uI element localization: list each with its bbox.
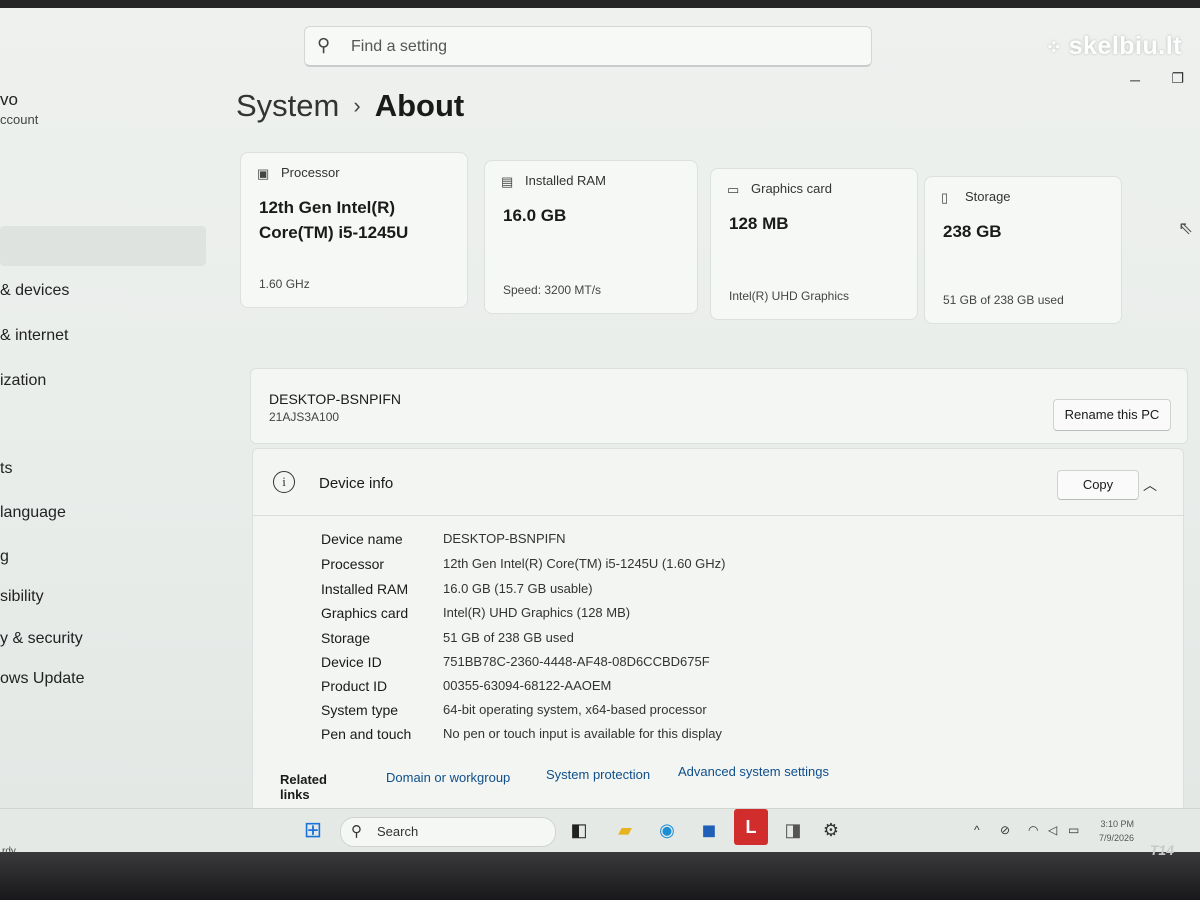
rename-pc-button[interactable]: Rename this PC: [1053, 399, 1171, 431]
spec-value: 751BB78C-2360-4448-AF48-08D6CCBD675F: [443, 654, 710, 669]
spec-key: Installed RAM: [321, 581, 409, 597]
sidebar-item-windows-update[interactable]: ows Update: [0, 670, 85, 688]
clock[interactable]: 3:10 PM 7/9/2026: [1099, 817, 1134, 845]
file-explorer-icon[interactable]: ▰: [610, 815, 640, 845]
battery-icon[interactable]: ▭: [1068, 823, 1079, 837]
store-icon[interactable]: ◼: [694, 815, 724, 845]
page-title: About: [374, 88, 465, 123]
pc-name: DESKTOP-BSNPIFN: [269, 391, 401, 407]
chevron-up-tray-icon[interactable]: ^: [974, 823, 980, 837]
processor-card-value: 12th Gen Intel(R) Core(TM) i5-1245U: [259, 198, 409, 242]
chevron-up-icon[interactable]: ︿: [1143, 475, 1157, 495]
search-input[interactable]: ⚲ Find a setting: [304, 26, 872, 67]
mouse-cursor-icon: ⇖: [1178, 218, 1194, 238]
wifi-icon[interactable]: ◠: [1028, 823, 1038, 837]
device-info-header[interactable]: i Device info Copy ︿: [253, 449, 1183, 516]
account-sub: ccount: [0, 112, 39, 127]
laptop-model: T14: [1149, 842, 1174, 858]
system-protection-link[interactable]: System protection: [546, 767, 650, 782]
pc-name-section: DESKTOP-BSNPIFN 21AJS3A100 Rename this P…: [250, 368, 1188, 444]
ram-card-label: Installed RAM: [525, 173, 606, 188]
storage-card: ▯ Storage 238 GB 51 GB of 238 GB used: [924, 176, 1122, 324]
restore-icon[interactable]: ❐: [1171, 70, 1184, 87]
volume-icon[interactable]: ◁: [1048, 823, 1057, 837]
processor-card: ▣ Processor 12th Gen Intel(R) Core(TM) i…: [240, 152, 468, 308]
processor-icon: ▣: [257, 166, 270, 181]
settings-gear-icon[interactable]: ⚙: [816, 815, 846, 845]
processor-card-sub: 1.60 GHz: [259, 277, 310, 291]
info-icon: i: [273, 471, 295, 493]
ram-card-sub: Speed: 3200 MT/s: [503, 283, 602, 297]
pc-model: 21AJS3A100: [269, 410, 340, 424]
breadcrumb-separator: ›: [353, 93, 361, 118]
account-name: vo: [0, 90, 18, 109]
sidebar-item-gaming[interactable]: g: [0, 548, 9, 566]
spec-key: System type: [321, 702, 399, 718]
search-placeholder: Find a setting: [351, 38, 448, 55]
lenovo-app-icon[interactable]: L: [734, 809, 768, 845]
spec-key: Device ID: [321, 654, 382, 670]
clock-date: 7/9/2026: [1098, 833, 1134, 843]
sidebar-item-personalization[interactable]: ization: [0, 372, 46, 390]
bezel-top: [0, 0, 1200, 8]
windows-start-icon[interactable]: ⊞: [298, 815, 328, 845]
sidebar-item-bluetooth-devices[interactable]: & devices: [0, 282, 69, 300]
sidebar-item-network-internet[interactable]: & internet: [0, 327, 68, 345]
spec-value: Intel(R) UHD Graphics (128 MB): [443, 605, 631, 620]
spec-key: Processor: [321, 556, 385, 572]
spec-value: 51 GB of 238 GB used: [443, 630, 574, 645]
sidebar-item-privacy-security[interactable]: y & security: [0, 630, 83, 648]
task-view-icon[interactable]: ◧: [564, 815, 594, 845]
spec-value: No pen or touch input is available for t…: [443, 726, 722, 741]
spec-key: Storage: [321, 630, 371, 646]
spec-key: Graphics card: [321, 605, 409, 621]
sidebar-item-accounts[interactable]: ts: [0, 460, 12, 478]
sidebar-item-time-language[interactable]: language: [0, 504, 66, 522]
edge-icon[interactable]: ◉: [652, 815, 682, 845]
copy-button[interactable]: Copy: [1057, 470, 1139, 500]
device-info-title: Device info: [319, 475, 394, 492]
taskbar-search[interactable]: ⚲ Search: [340, 817, 556, 847]
spec-key: Pen and touch: [321, 726, 412, 742]
spec-value: 00355-63094-68122-AAOEM: [443, 678, 612, 693]
advanced-system-settings-link[interactable]: Advanced system settings: [678, 764, 829, 779]
sidebar-item-accessibility[interactable]: sibility: [0, 588, 44, 606]
graphics-card: ▭ Graphics card 128 MB Intel(R) UHD Grap…: [710, 168, 918, 320]
sidebar-item-system-selected[interactable]: [0, 226, 206, 266]
ram-card-value: 16.0 GB: [503, 206, 567, 225]
breadcrumb-parent[interactable]: System: [236, 88, 339, 123]
graphics-card-value: 128 MB: [729, 214, 789, 233]
watermark: ⁘ skelbiu.lt: [1045, 32, 1182, 60]
spec-value: 64-bit operating system, x64-based proce…: [443, 702, 707, 717]
related-links-heading: Related links: [280, 772, 327, 802]
spec-key: Product ID: [321, 678, 388, 694]
taskbar: ⊞ ⚲ Search ◧ ▰ ◉ ◼ L ◨ ⚙ ^ ⊘ ◠ ◁ ▭ 3:10 …: [0, 808, 1200, 853]
spec-value: DESKTOP-BSNPIFN: [443, 531, 566, 546]
storage-card-label: Storage: [965, 189, 1011, 204]
search-icon: ⚲: [317, 35, 331, 55]
spec-key: Device name: [321, 531, 403, 547]
ram-icon: ▤: [501, 174, 514, 189]
storage-card-sub: 51 GB of 238 GB used: [943, 293, 1064, 307]
processor-card-label: Processor: [281, 165, 340, 180]
bezel-bottom: [0, 852, 1200, 900]
app-icon[interactable]: ◨: [778, 815, 808, 845]
graphics-card-icon: ▭: [727, 182, 740, 197]
spec-value: 16.0 GB (15.7 GB usable): [443, 581, 593, 596]
taskbar-search-label: Search: [377, 824, 419, 839]
search-icon: ⚲: [351, 823, 362, 840]
graphics-card-sub: Intel(R) UHD Graphics: [729, 289, 850, 303]
graphics-card-label: Graphics card: [751, 181, 832, 196]
breadcrumb: System › About: [236, 88, 464, 124]
ram-card: ▤ Installed RAM 16.0 GB Speed: 3200 MT/s: [484, 160, 698, 314]
no-sync-icon[interactable]: ⊘: [1000, 823, 1010, 837]
storage-card-value: 238 GB: [943, 222, 1002, 241]
screen: ⁘ skelbiu.lt ─ ❐ vo ccount & devices & in…: [0, 0, 1200, 868]
domain-workgroup-link[interactable]: Domain or workgroup: [386, 770, 510, 785]
spec-value: 12th Gen Intel(R) Core(TM) i5-1245U (1.6…: [443, 556, 726, 571]
clock-time: 3:10 PM: [1100, 819, 1134, 829]
minimize-icon[interactable]: ─: [1130, 72, 1140, 88]
storage-icon: ▯: [941, 190, 949, 205]
